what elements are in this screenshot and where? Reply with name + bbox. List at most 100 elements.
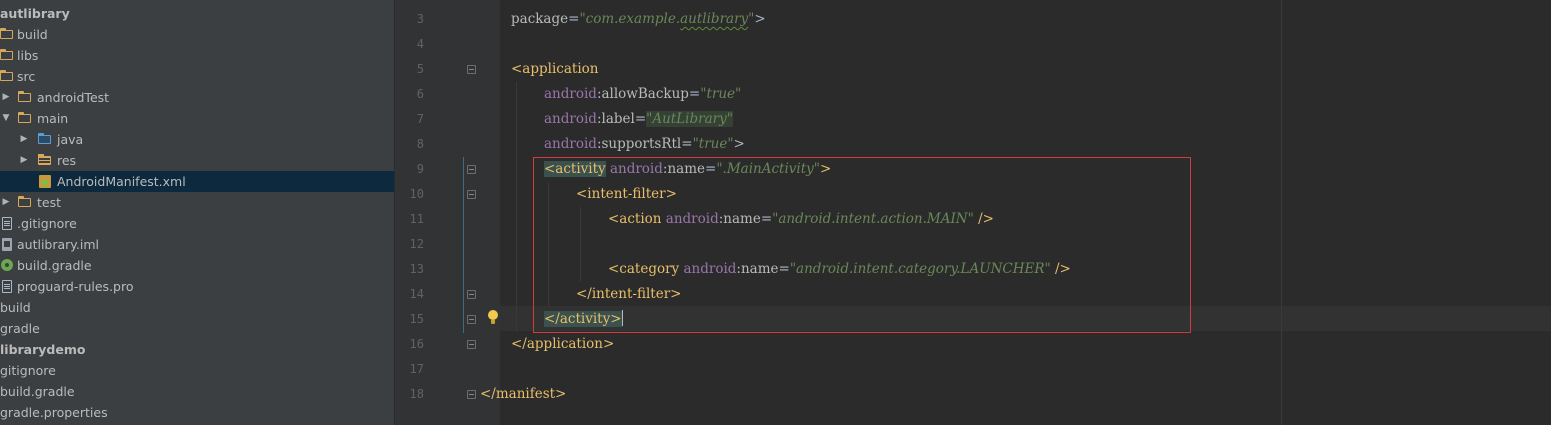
code-line-8[interactable]: android:supportsRtl="true"> [544,132,745,157]
folder-icon [18,196,32,209]
fold-collapse-icon[interactable] [467,290,476,299]
tree-item-label: main [37,111,69,126]
tree-item-test-folder[interactable]: ▶ test [0,192,394,213]
code-line-5[interactable]: <application [511,57,598,82]
xml-value-typo-warning: autlibrary [680,11,749,27]
tree-item-label: build [0,300,31,315]
line-number: 16 [409,337,424,351]
tree-item-label: java [57,132,84,147]
chevron-right-icon[interactable]: ▶ [18,150,30,171]
folder-icon [0,28,14,41]
tree-item-root-build-gradle[interactable]: build.gradle [0,381,394,402]
tree-item-label: librarydemo [0,342,86,357]
tree-item-main-folder[interactable]: ▼ main [0,108,394,129]
equals: = [681,136,693,152]
fold-collapse-icon[interactable] [467,165,476,174]
line-number: 10 [409,187,424,201]
folder-icon [18,112,32,125]
code-line-7[interactable]: android:label="AutLibrary" [544,107,733,132]
tree-item-librarydemo-module[interactable]: librarydemo [0,339,394,360]
xml-value: "com.example. [579,11,681,27]
line-number: 18 [409,387,424,401]
folder-icon [18,91,32,104]
chevron-right-icon[interactable]: ▶ [0,192,12,213]
fold-collapse-icon[interactable] [467,340,476,349]
tree-item-libs-folder[interactable]: libs [0,45,394,66]
code-line-3[interactable]: package="com.example.autlibrary"> [511,7,766,32]
code-line-18[interactable]: </manifest> [480,382,566,407]
xml-attribute: label [601,111,635,127]
fold-collapse-icon[interactable] [467,315,476,324]
xml-tag: </application> [511,336,615,352]
tree-item-androidmanifest[interactable]: AndroidManifest.xml [0,171,394,192]
equals: = [634,111,647,127]
right-margin-guide [1281,0,1282,425]
folder-icon [0,70,14,83]
xml-attribute: supportsRtl [601,136,682,152]
tree-item-proguard-rules[interactable]: proguard-rules.pro [0,276,394,297]
line-number: 17 [409,362,424,376]
tag-close: > [733,136,745,152]
tree-item-autlibrary-iml[interactable]: autlibrary.iml [0,234,394,255]
tree-item-label: build.gradle [0,384,75,399]
tree-item-root-gradle[interactable]: gradle [0,318,394,339]
line-number: 8 [416,137,424,151]
tree-item-label: AndroidManifest.xml [57,174,186,189]
code-line-16[interactable]: </application> [511,332,614,357]
chevron-right-icon[interactable]: ▶ [0,87,12,108]
iml-file-icon [0,238,14,251]
xml-namespace: android [544,136,597,152]
tree-item-label: .gitignore [17,216,77,231]
lightbulb-icon[interactable] [488,310,498,324]
fold-range-indicator [463,157,464,333]
fold-collapse-icon[interactable] [467,190,476,199]
panel-splitter[interactable] [394,0,402,425]
line-number: 12 [409,237,424,251]
annotation-highlight-box [533,157,1191,333]
tree-item-build-folder[interactable]: build [0,24,394,45]
file-icon [0,280,14,293]
tree-item-label: proguard-rules.pro [17,279,134,294]
tree-item-androidtest-folder[interactable]: ▶ androidTest [0,87,394,108]
xml-value: "true" [700,86,742,102]
chevron-right-icon[interactable]: ▶ [18,129,30,150]
tree-item-autlibrary-module[interactable]: autlibrary [0,3,394,24]
equals: = [688,86,701,102]
indent-guide [516,82,517,332]
tree-item-label: build.gradle [17,258,92,273]
line-number: 4 [416,37,424,51]
tree-item-label: gitignore [0,363,56,378]
resources-folder-icon [38,154,52,167]
gradle-icon [0,259,14,272]
tree-item-root-gitignore[interactable]: gitignore [0,360,394,381]
xml-attribute: package [511,11,569,27]
chevron-down-icon[interactable]: ▼ [0,108,12,129]
xml-namespace: android [544,86,597,102]
code-line-6[interactable]: android:allowBackup="true" [544,82,741,107]
tree-item-label: libs [17,48,39,63]
tree-item-java-folder[interactable]: ▶ java [0,129,394,150]
file-icon [0,217,14,230]
tree-item-build-gradle[interactable]: build.gradle [0,255,394,276]
fold-collapse-icon[interactable] [467,390,476,399]
fold-collapse-icon[interactable] [467,65,476,74]
line-number: 7 [416,112,424,126]
tree-item-label: src [17,69,36,84]
tree-item-label: res [57,153,77,168]
line-number: 15 [409,312,424,326]
line-number: 9 [416,162,424,176]
tree-item-root-build[interactable]: build [0,297,394,318]
xml-manifest-icon [38,175,52,188]
source-folder-icon [38,133,52,146]
tree-item-label: gradle.properties [0,405,108,420]
tree-item-label: autlibrary [0,6,70,21]
tree-item-res-folder[interactable]: ▶ res [0,150,394,171]
line-number: 14 [409,287,424,301]
folder-icon [0,49,14,62]
tree-item-gradle-properties[interactable]: gradle.properties [0,402,394,423]
xml-value-folded-resource[interactable]: "AutLibrary" [646,111,733,127]
line-number: 3 [416,12,424,26]
tree-item-gitignore[interactable]: .gitignore [0,213,394,234]
tree-item-src-folder[interactable]: src [0,66,394,87]
tree-item-label: test [37,195,62,210]
